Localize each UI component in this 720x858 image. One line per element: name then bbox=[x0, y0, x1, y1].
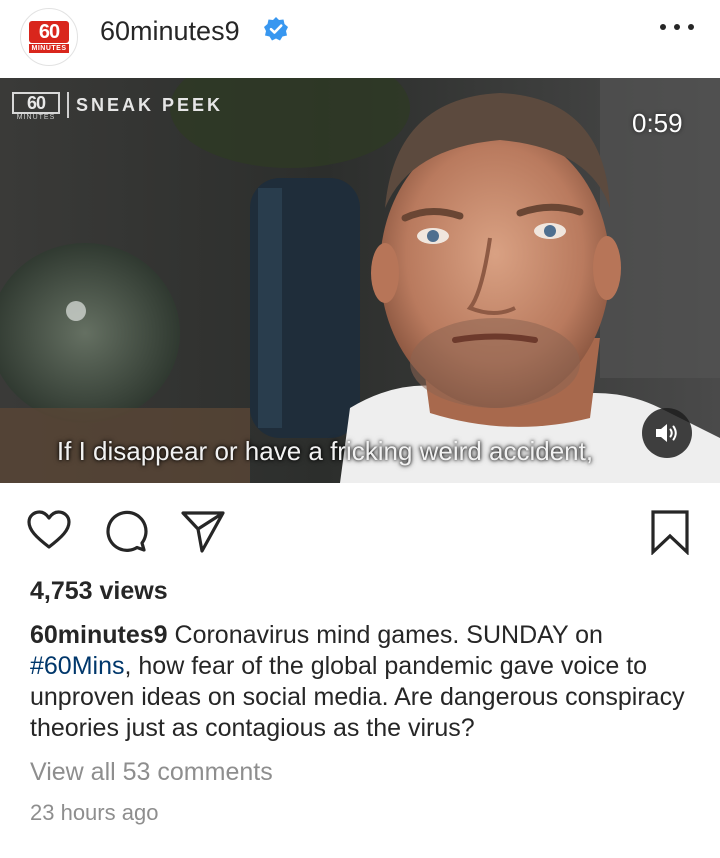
view-count[interactable]: 4,753 views bbox=[30, 576, 168, 606]
username[interactable]: 60minutes9 bbox=[100, 14, 240, 48]
verified-badge-icon bbox=[264, 17, 288, 41]
action-bar bbox=[0, 483, 720, 573]
video-duration: 0:59 bbox=[632, 108, 683, 138]
sound-toggle-button[interactable] bbox=[642, 408, 692, 458]
avatar-logo-sub: MINUTES bbox=[29, 44, 69, 53]
send-icon[interactable] bbox=[180, 509, 226, 553]
caption-text-before: Coronavirus mind games. SUNDAY on bbox=[167, 621, 603, 649]
brand-logo-sub: MINUTES bbox=[16, 114, 56, 121]
post-caption: 60minutes9 Coronavirus mind games. SUNDA… bbox=[30, 620, 700, 744]
brand-logo: 60 bbox=[12, 92, 60, 114]
bookmark-icon[interactable] bbox=[650, 509, 690, 555]
video-player[interactable]: 60 MINUTES SNEAK PEEK 0:59 If I disappea… bbox=[0, 78, 720, 483]
avatar-logo: 60 bbox=[29, 21, 69, 43]
view-all-comments-link[interactable]: View all 53 comments bbox=[30, 757, 273, 787]
post-header: 60 MINUTES 60minutes9 bbox=[0, 0, 720, 78]
caption-text-after: , how fear of the global pandemic gave v… bbox=[30, 652, 685, 742]
post-timestamp: 23 hours ago bbox=[30, 800, 159, 825]
video-subtitle: If I disappear or have a fricking weird … bbox=[56, 436, 594, 466]
caption-hashtag[interactable]: #60Mins bbox=[30, 652, 125, 680]
more-horizontal-icon[interactable] bbox=[658, 16, 696, 36]
speaker-icon bbox=[656, 424, 677, 442]
caption-username[interactable]: 60minutes9 bbox=[30, 621, 168, 649]
heart-icon[interactable] bbox=[26, 509, 72, 551]
brand-label: SNEAK PEEK bbox=[76, 95, 224, 115]
video-frame-image bbox=[0, 78, 720, 483]
comment-icon[interactable] bbox=[104, 509, 148, 553]
avatar[interactable]: 60 MINUTES bbox=[20, 8, 78, 66]
brand-divider bbox=[67, 92, 69, 118]
